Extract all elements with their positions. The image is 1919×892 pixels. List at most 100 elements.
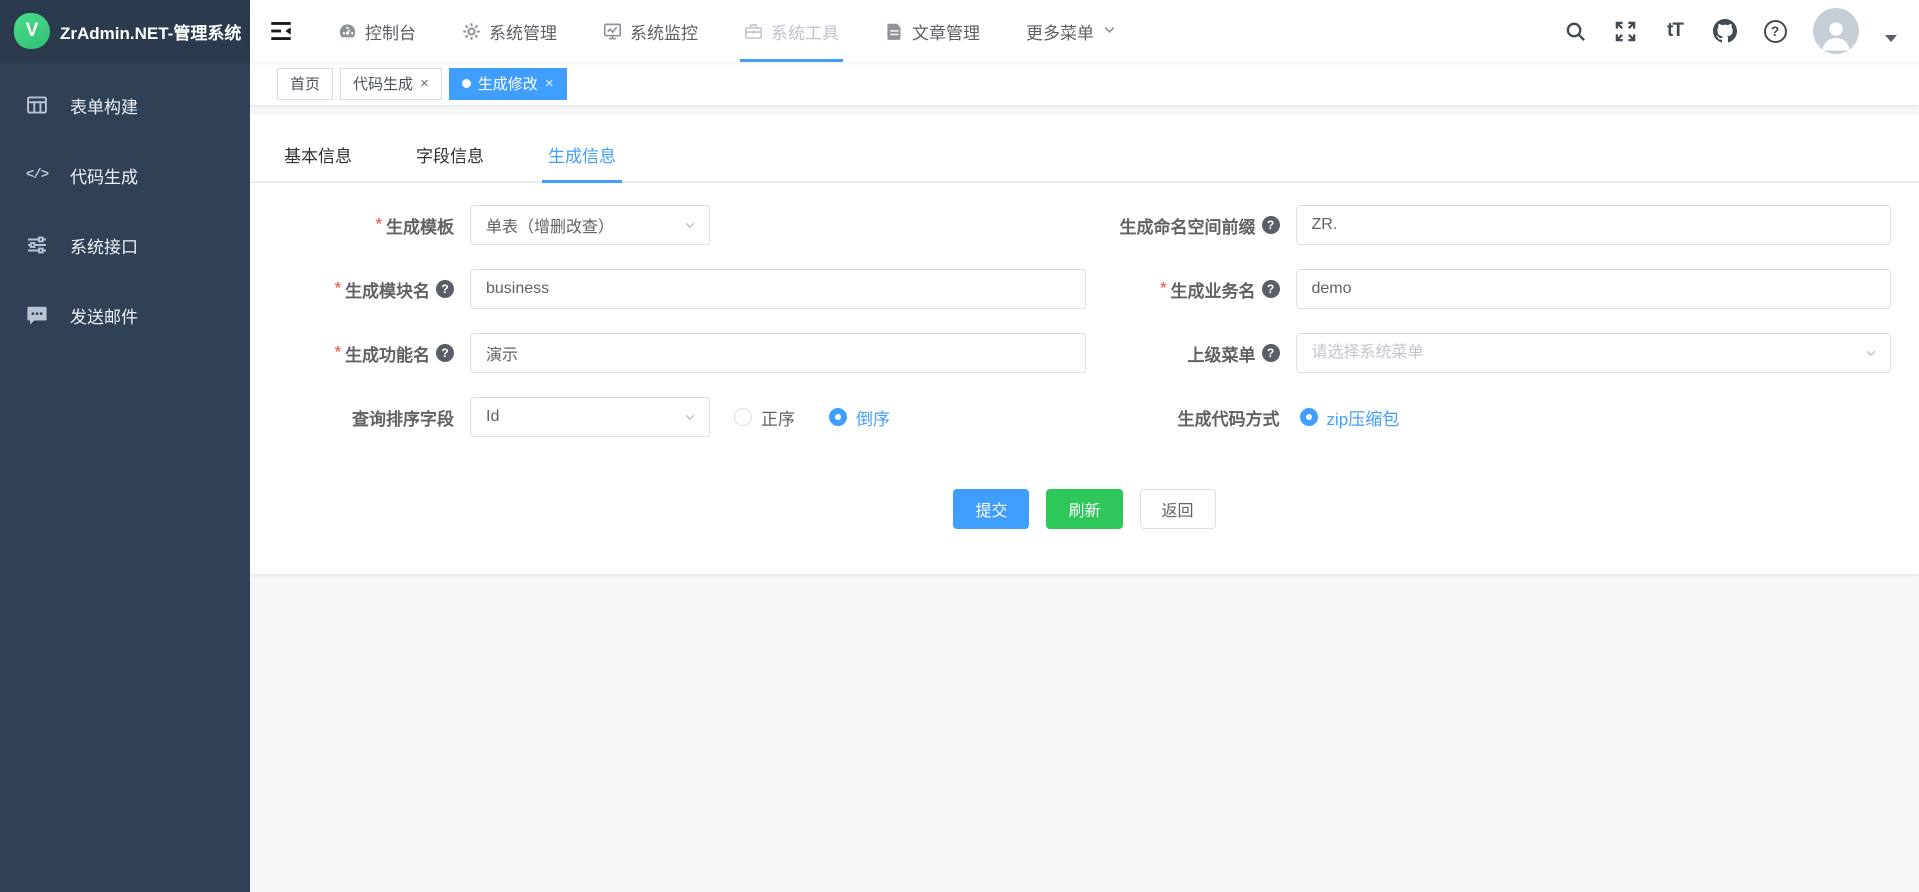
question-circle-icon[interactable]: ? (1262, 344, 1280, 362)
nav-item-label: 系统监控 (630, 19, 698, 44)
function-name-input[interactable] (471, 334, 1085, 372)
field-label: * 生成业务名 ? (1086, 277, 1296, 302)
field-function-name: * 生成功能名 ? (280, 333, 1086, 373)
sidebar-item-form-builder[interactable]: 表单构建 (0, 70, 250, 140)
monitor-icon (603, 22, 622, 41)
tag-code-gen[interactable]: 代码生成 × (340, 68, 442, 100)
radio-circle (1300, 408, 1318, 426)
nav-item-system-admin[interactable]: 系统管理 (446, 0, 573, 62)
namespace-prefix-wrap (1296, 205, 1892, 245)
nav-item-label: 文章管理 (912, 19, 980, 44)
field-label: 生成代码方式 (1086, 405, 1296, 430)
document-icon (885, 22, 904, 41)
close-icon[interactable]: × (545, 76, 554, 91)
chevron-down-icon (683, 218, 697, 232)
tag-label: 代码生成 (353, 73, 413, 94)
field-label: * 生成功能名 ? (280, 341, 470, 366)
question-circle-icon[interactable]: ? (1262, 216, 1280, 234)
sidebar-item-label: 系统接口 (70, 233, 138, 258)
sidebar: V ZrAdmin.NET-管理系统 表单构建 </> 代码生成 系统接口 (0, 0, 250, 892)
sidebar-item-send-mail[interactable]: 发送邮件 (0, 280, 250, 350)
avatar[interactable] (1813, 8, 1859, 54)
nav-item-label: 系统管理 (489, 19, 557, 44)
sort-field-select[interactable]: Id (470, 397, 710, 437)
logo-icon: V (14, 13, 50, 49)
form-actions: 提交 刷新 返回 (250, 489, 1919, 529)
gen-edit-card: 基本信息 字段信息 生成信息 * 生成模板 单表（增删改查） (250, 114, 1919, 574)
nav-item-dashboard[interactable]: 控制台 (322, 0, 432, 62)
font-size-icon[interactable]: tT (1663, 19, 1687, 43)
radio-circle (734, 408, 752, 426)
caret-down-icon[interactable] (1885, 35, 1897, 42)
nav-item-label: 更多菜单 (1026, 19, 1094, 44)
submit-button[interactable]: 提交 (953, 489, 1029, 529)
brand-logo: V ZrAdmin.NET-管理系统 (0, 0, 250, 62)
github-icon[interactable] (1713, 19, 1737, 43)
nav-item-article-admin[interactable]: 文章管理 (869, 0, 996, 62)
field-sort: 查询排序字段 Id 正序 (280, 397, 1086, 437)
field-label: 上级菜单 ? (1086, 341, 1296, 366)
nav-item-system-tools[interactable]: 系统工具 (728, 0, 855, 62)
tab-basic-info[interactable]: 基本信息 (278, 142, 358, 181)
gen-template-select[interactable]: 单表（增删改查） (470, 205, 710, 245)
required-asterisk: * (1160, 280, 1166, 298)
required-asterisk: * (376, 216, 382, 234)
gear-icon (462, 22, 481, 41)
question-circle-icon[interactable]: ? (436, 344, 454, 362)
radio-label: 正序 (761, 405, 795, 430)
top-navigation: 控制台 系统管理 系统监控 (322, 0, 1151, 62)
nav-item-label: 控制台 (365, 19, 416, 44)
nav-item-more-menu[interactable]: 更多菜单 (1010, 0, 1137, 62)
fullscreen-icon[interactable] (1613, 19, 1637, 43)
radio-sort-asc[interactable]: 正序 (734, 405, 795, 430)
radio-circle (829, 408, 847, 426)
main-area: 基本信息 字段信息 生成信息 * 生成模板 单表（增删改查） (250, 106, 1919, 892)
parent-menu-input[interactable] (1297, 334, 1865, 372)
parent-menu-select[interactable] (1296, 333, 1892, 373)
back-button[interactable]: 返回 (1140, 489, 1216, 529)
radio-sort-desc[interactable]: 倒序 (829, 405, 890, 430)
chevron-down-icon (683, 410, 697, 424)
nav-item-system-monitor[interactable]: 系统监控 (587, 0, 714, 62)
content-tabs: 基本信息 字段信息 生成信息 (250, 142, 1919, 183)
tag-gen-edit[interactable]: 生成修改 × (449, 68, 567, 100)
field-label: 查询排序字段 (280, 405, 470, 430)
business-name-input[interactable] (1297, 270, 1891, 308)
required-asterisk: * (335, 280, 341, 298)
tab-field-info[interactable]: 字段信息 (410, 142, 490, 181)
field-namespace-prefix: 生成命名空间前缀 ? (1086, 205, 1892, 245)
menu-fold-icon[interactable] (268, 18, 294, 44)
radio-zip-package[interactable]: zip压缩包 (1300, 405, 1400, 430)
refresh-button[interactable]: 刷新 (1046, 489, 1122, 529)
question-circle-icon[interactable]: ? (1262, 280, 1280, 298)
sidebar-item-label: 表单构建 (70, 93, 138, 118)
namespace-prefix-input[interactable] (1297, 206, 1891, 244)
tag-home[interactable]: 首页 (277, 68, 333, 100)
close-icon[interactable]: × (420, 76, 429, 91)
content-column: 控制台 系统管理 系统监控 (250, 0, 1919, 892)
sort-order-radio-group: 正序 倒序 (734, 405, 890, 430)
select-value: Id (486, 408, 499, 426)
help-icon[interactable]: ? (1763, 19, 1787, 43)
toolbox-icon (744, 22, 763, 41)
chevron-down-icon (1864, 346, 1878, 360)
search-icon[interactable] (1563, 19, 1587, 43)
active-tag-dot (462, 79, 471, 88)
field-label: 生成命名空间前缀 ? (1086, 213, 1296, 238)
dashboard-icon (338, 22, 357, 41)
radio-label: 倒序 (856, 405, 890, 430)
code-way-radio-group: zip压缩包 (1300, 405, 1400, 430)
message-icon (26, 304, 48, 326)
header-actions: tT ? (1563, 8, 1897, 54)
module-name-wrap (470, 269, 1086, 309)
sliders-icon (26, 234, 48, 256)
sidebar-item-label: 发送邮件 (70, 303, 138, 328)
sidebar-item-code-gen[interactable]: </> 代码生成 (0, 140, 250, 210)
question-circle-icon[interactable]: ? (436, 280, 454, 298)
tab-gen-info[interactable]: 生成信息 (542, 142, 622, 181)
sidebar-item-system-api[interactable]: 系统接口 (0, 210, 250, 280)
app-root: V ZrAdmin.NET-管理系统 表单构建 </> 代码生成 系统接口 (0, 0, 1919, 892)
module-name-input[interactable] (471, 270, 1085, 308)
tag-label: 生成修改 (478, 73, 538, 94)
sidebar-menu: 表单构建 </> 代码生成 系统接口 发送邮件 (0, 62, 250, 350)
